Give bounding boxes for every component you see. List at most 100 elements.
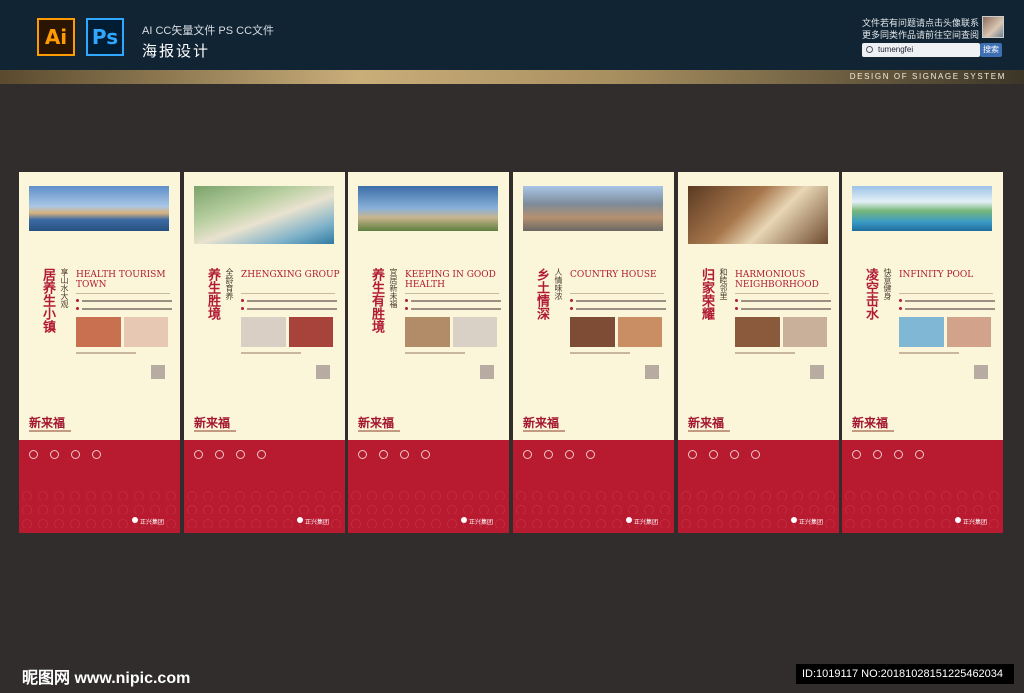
feature-circle-icon xyxy=(50,450,59,459)
caption-line xyxy=(405,352,465,354)
poster-hero-image xyxy=(29,186,169,231)
thumbnail-image xyxy=(288,317,333,347)
page-title: 海报设计 xyxy=(142,43,211,60)
feature-circle-icon xyxy=(565,450,574,459)
group-name: 正兴集团 xyxy=(963,520,988,526)
poster-hero-image xyxy=(358,186,498,231)
poster-hero-image xyxy=(523,186,663,231)
feature-circle-icon xyxy=(894,450,903,459)
group-name: 正兴集团 xyxy=(799,520,824,526)
qr-code-icon xyxy=(316,365,330,379)
poster-chinese-subtitle: 人情味浓 xyxy=(554,268,563,300)
list-item xyxy=(899,299,995,302)
illustrator-icon: Ai xyxy=(37,18,75,56)
thumbnail-strip xyxy=(241,317,333,347)
list-item xyxy=(405,307,501,310)
feature-circle-icon xyxy=(29,450,38,459)
group-logo-icon xyxy=(297,517,303,523)
poster-english-title: INFINITY POOL xyxy=(899,270,974,280)
caption-line xyxy=(899,352,959,354)
poster-chinese-subtitle: 享山水大观 xyxy=(60,268,69,308)
feature-icons xyxy=(688,450,760,459)
feature-circle-icon xyxy=(400,450,409,459)
thumbnail-strip xyxy=(570,317,662,347)
group-logo-icon xyxy=(132,517,138,523)
poster-chinese-subtitle: 全龄育养 xyxy=(225,268,234,300)
thumbnail-image xyxy=(570,317,615,347)
poster-english-title: HEALTH TOURISM TOWN xyxy=(76,270,166,290)
feature-icons xyxy=(852,450,924,459)
thumbnail-strip xyxy=(899,317,991,347)
thumbnail-image xyxy=(899,317,944,347)
feature-circle-icon xyxy=(194,450,203,459)
list-item xyxy=(241,299,337,302)
more-works-note: 更多同类作品请前往空间查阅 xyxy=(862,30,980,40)
caption-line xyxy=(241,352,301,354)
feature-list xyxy=(76,299,172,315)
thumbnail-image xyxy=(241,317,286,347)
feature-circle-icon xyxy=(730,450,739,459)
brand-logo: 新来福 xyxy=(29,416,66,430)
thumbnail-image xyxy=(405,317,450,347)
thumbnail-strip xyxy=(76,317,168,347)
feature-circle-icon xyxy=(544,450,553,459)
poster-card[interactable]: 养生胜境 全龄育养 ZHENGXING GROUP 新来福 正兴集团 xyxy=(184,172,345,533)
group-name: 正兴集团 xyxy=(469,520,494,526)
search-icon xyxy=(866,46,873,53)
brand-logo: 新来福 xyxy=(194,416,231,430)
feature-circle-icon xyxy=(586,450,595,459)
poster-english-title: KEEPING IN GOOD HEALTH xyxy=(405,270,496,290)
feature-circle-icon xyxy=(92,450,101,459)
title-divider xyxy=(76,293,170,294)
feature-icons xyxy=(29,450,101,459)
watermark-id: ID:1019117 NO:20181028151225462034 xyxy=(796,664,1014,684)
list-item xyxy=(405,299,501,302)
poster-card[interactable]: 归家荣耀 和睦邻里 HARMONIOUS NEIGHBORHOOD 新来福 正兴集团 xyxy=(678,172,839,533)
feature-circle-icon xyxy=(523,450,532,459)
title-divider xyxy=(570,293,664,294)
watermark-site: 昵图网 www.nipic.com xyxy=(22,670,191,687)
feature-circle-icon xyxy=(358,450,367,459)
feature-circle-icon xyxy=(873,450,882,459)
poster-card[interactable]: 乡土情深 人情味浓 COUNTRY HOUSE 新来福 正兴集团 xyxy=(513,172,674,533)
feature-circle-icon xyxy=(688,450,697,459)
feature-list xyxy=(405,299,501,315)
thumbnail-image xyxy=(452,317,497,347)
feature-circle-icon xyxy=(71,450,80,459)
list-item xyxy=(76,299,172,302)
group-name: 正兴集团 xyxy=(634,520,659,526)
list-item xyxy=(735,299,831,302)
title-divider xyxy=(241,293,335,294)
photoshop-icon: Ps xyxy=(86,18,124,56)
poster-card[interactable]: 养生有胜境 宜居新未福 KEEPING IN GOOD HEALTH 新来福 正兴集团 xyxy=(348,172,509,533)
poster-card[interactable]: 居养生小镇 享山水大观 HEALTH TOURISM TOWN 新来福 正兴集团 xyxy=(19,172,180,533)
feature-icons xyxy=(358,450,430,459)
author-avatar[interactable] xyxy=(982,16,1004,38)
poster-chinese-title: 凌空击水 xyxy=(863,268,878,320)
poster-chinese-subtitle: 和睦邻里 xyxy=(719,268,728,300)
list-item xyxy=(570,307,666,310)
red-footer-panel: 正兴集团 xyxy=(842,440,1003,533)
list-item xyxy=(570,299,666,302)
red-footer-panel: 正兴集团 xyxy=(678,440,839,533)
poster-chinese-subtitle: 宜居新未福 xyxy=(389,268,398,308)
search-button[interactable]: 搜索 xyxy=(980,43,1002,57)
caption-line xyxy=(570,352,630,354)
poster-chinese-title: 乡土情深 xyxy=(534,268,549,320)
logo-tagline xyxy=(523,430,565,432)
feature-circle-icon xyxy=(852,450,861,459)
brand-logo: 新来福 xyxy=(523,416,560,430)
feature-list xyxy=(570,299,666,315)
group-logo-icon xyxy=(626,517,632,523)
thumbnail-image xyxy=(782,317,827,347)
poster-hero-image xyxy=(194,186,334,244)
brand-logo: 新来福 xyxy=(688,416,725,430)
feature-icons xyxy=(523,450,595,459)
thumbnail-image xyxy=(946,317,991,347)
poster-hero-image xyxy=(852,186,992,231)
poster-card[interactable]: 凌空击水 快意健身 INFINITY POOL 新来福 正兴集团 xyxy=(842,172,1003,533)
feature-icons xyxy=(194,450,266,459)
brand-logo: 新来福 xyxy=(358,416,395,430)
band-caption: DESIGN OF SIGNAGE SYSTEM xyxy=(849,72,1006,81)
search-input[interactable]: tumengfei xyxy=(862,43,980,57)
